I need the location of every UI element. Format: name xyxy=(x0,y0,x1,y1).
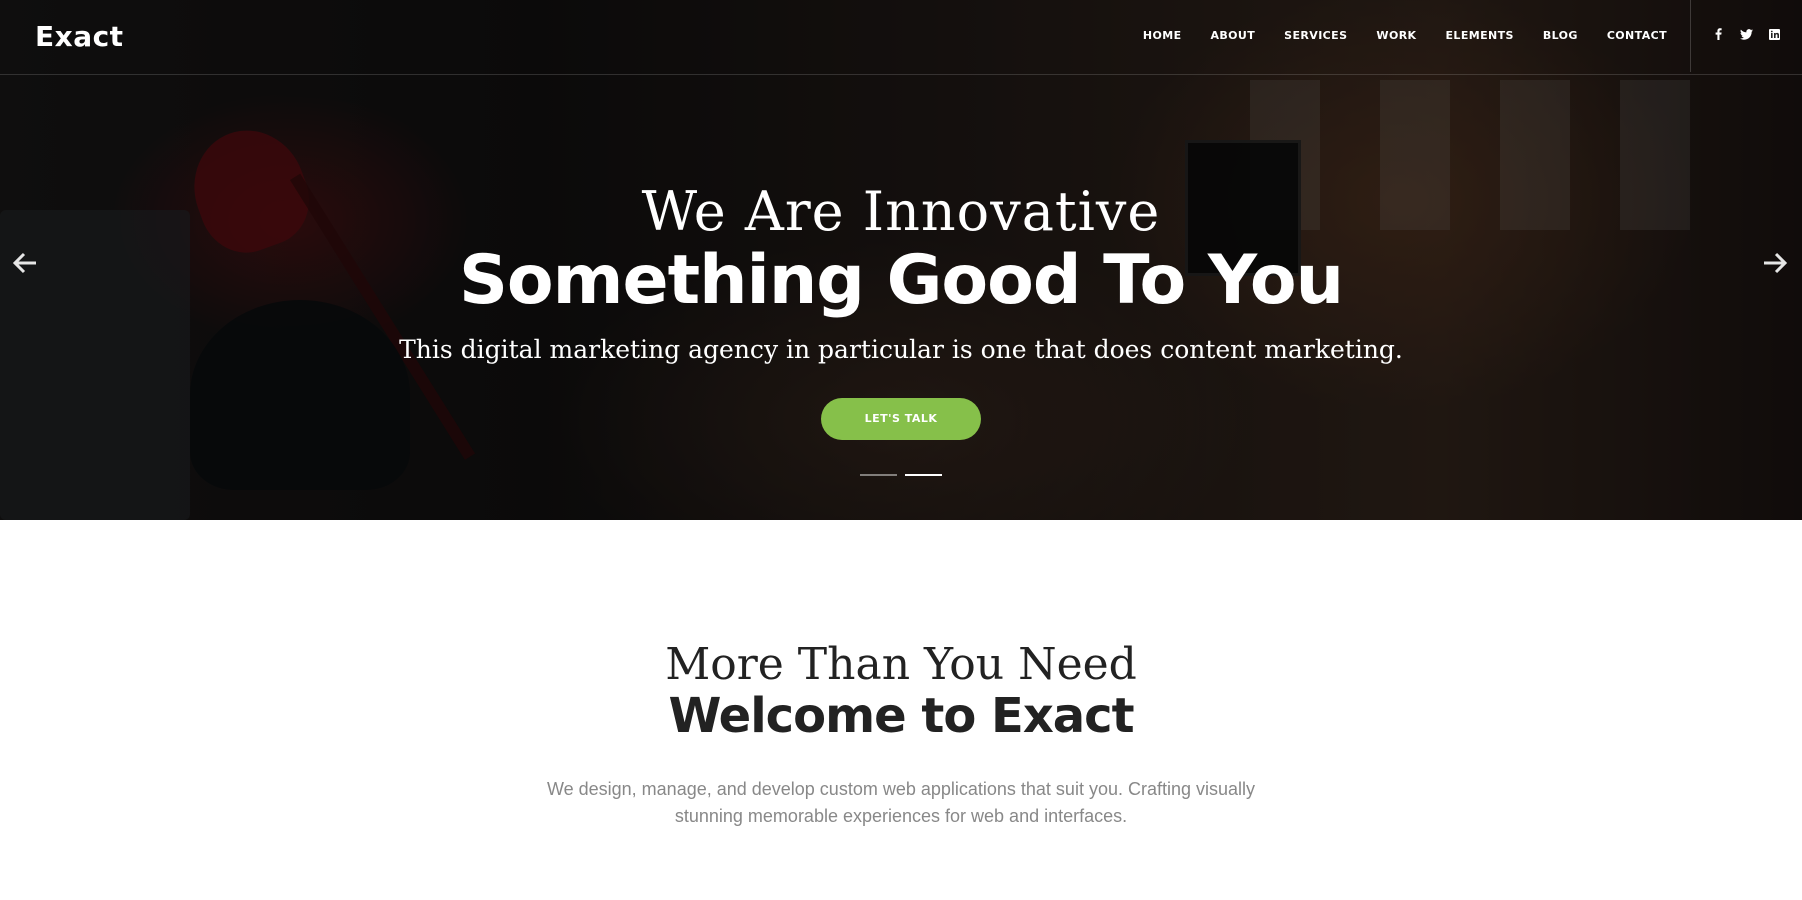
welcome-section: More Than You Need Welcome to Exact We d… xyxy=(0,640,1802,830)
nav-blog[interactable]: BLOG xyxy=(1543,29,1578,42)
slide-dot-active[interactable] xyxy=(905,474,942,476)
nav-elements[interactable]: ELEMENTS xyxy=(1446,29,1514,42)
welcome-title: Welcome to Exact xyxy=(668,688,1134,744)
linkedin-icon[interactable] xyxy=(1766,24,1782,44)
site-logo[interactable]: Exact xyxy=(35,20,124,53)
twitter-icon[interactable] xyxy=(1738,24,1754,44)
main-nav: HOME ABOUT SERVICES WORK ELEMENTS BLOG C… xyxy=(1143,29,1667,42)
hero-slider: Exact HOME ABOUT SERVICES WORK ELEMENTS … xyxy=(0,0,1802,520)
facebook-icon[interactable] xyxy=(1710,24,1726,44)
hero-subtitle: We Are Innovative xyxy=(641,180,1161,243)
nav-contact[interactable]: CONTACT xyxy=(1607,29,1667,42)
lets-talk-button[interactable]: LET'S TALK xyxy=(821,398,981,440)
nav-home[interactable]: HOME xyxy=(1143,29,1182,42)
nav-about[interactable]: ABOUT xyxy=(1210,29,1255,42)
welcome-subtitle: More Than You Need xyxy=(665,639,1137,690)
hero-description: This digital marketing agency in particu… xyxy=(399,335,1403,364)
nav-divider xyxy=(1690,0,1691,72)
social-links xyxy=(1710,24,1782,44)
hero-content: We Are Innovative Something Good To You … xyxy=(0,180,1802,440)
slide-dot[interactable] xyxy=(860,474,897,476)
welcome-description: We design, manage, and develop custom we… xyxy=(546,779,1256,826)
hero-title: Something Good To You xyxy=(458,241,1344,320)
slide-indicators xyxy=(860,474,942,476)
top-navbar: Exact HOME ABOUT SERVICES WORK ELEMENTS … xyxy=(0,0,1802,75)
nav-work[interactable]: WORK xyxy=(1376,29,1416,42)
nav-services[interactable]: SERVICES xyxy=(1284,29,1347,42)
